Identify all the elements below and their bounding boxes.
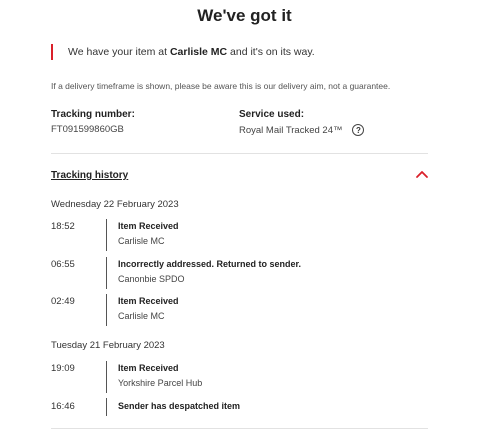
service-name: Royal Mail Tracked 24™ [239, 124, 343, 136]
page-title: We've got it [197, 6, 292, 25]
event-timeline-line [106, 294, 107, 326]
chevron-up-icon[interactable] [415, 168, 429, 180]
event-status: Item Received [118, 363, 179, 373]
service-used-value: Royal Mail Tracked 24™ ? [239, 124, 365, 136]
event-timeline-line [106, 361, 107, 393]
help-icon[interactable]: ? [352, 124, 365, 136]
event-location: Carlisle MC [118, 311, 165, 321]
section-divider [51, 153, 428, 154]
event-timeline-line [106, 219, 107, 251]
event-location: Carlisle MC [118, 236, 165, 246]
event-timeline-line [106, 398, 107, 416]
tracking-number-label: Tracking number: [51, 109, 135, 120]
event-time: 06:55 [51, 259, 75, 270]
event-status: Incorrectly addressed. Returned to sende… [118, 259, 302, 269]
event-location: Canonbie SPDO [118, 274, 185, 284]
event-time: 18:52 [51, 221, 75, 232]
delivery-disclaimer: If a delivery timeframe is shown, please… [51, 81, 391, 91]
service-used-label: Service used: [239, 109, 305, 120]
notice-prefix: We have your item at [68, 46, 170, 58]
history-date-heading: Tuesday 21 February 2023 [51, 340, 165, 351]
event-time: 16:46 [51, 401, 75, 412]
history-date-heading: Wednesday 22 February 2023 [51, 199, 179, 210]
event-time: 19:09 [51, 363, 75, 374]
event-timeline-line [106, 257, 107, 289]
tracking-history-toggle[interactable]: Tracking history [51, 170, 128, 181]
notice-location: Carlisle MC [169, 46, 228, 58]
event-status: Item Received [118, 296, 179, 306]
notice-accent-bar [51, 44, 53, 60]
event-status: Item Received [118, 221, 179, 231]
tracking-page: We've got it We have your item at Carlis… [0, 0, 489, 432]
notice-text: We have your item at Carlisle MC and it'… [68, 46, 315, 58]
notice-suffix: and it's on its way. [227, 46, 315, 58]
event-status: Sender has despatched item [118, 401, 241, 411]
tracking-number-value: FT091599860GB [51, 124, 124, 135]
event-time: 02:49 [51, 296, 75, 307]
section-divider [51, 428, 428, 429]
event-location: Yorkshire Parcel Hub [118, 378, 203, 388]
status-notice: We have your item at Carlisle MC and it'… [51, 44, 315, 60]
